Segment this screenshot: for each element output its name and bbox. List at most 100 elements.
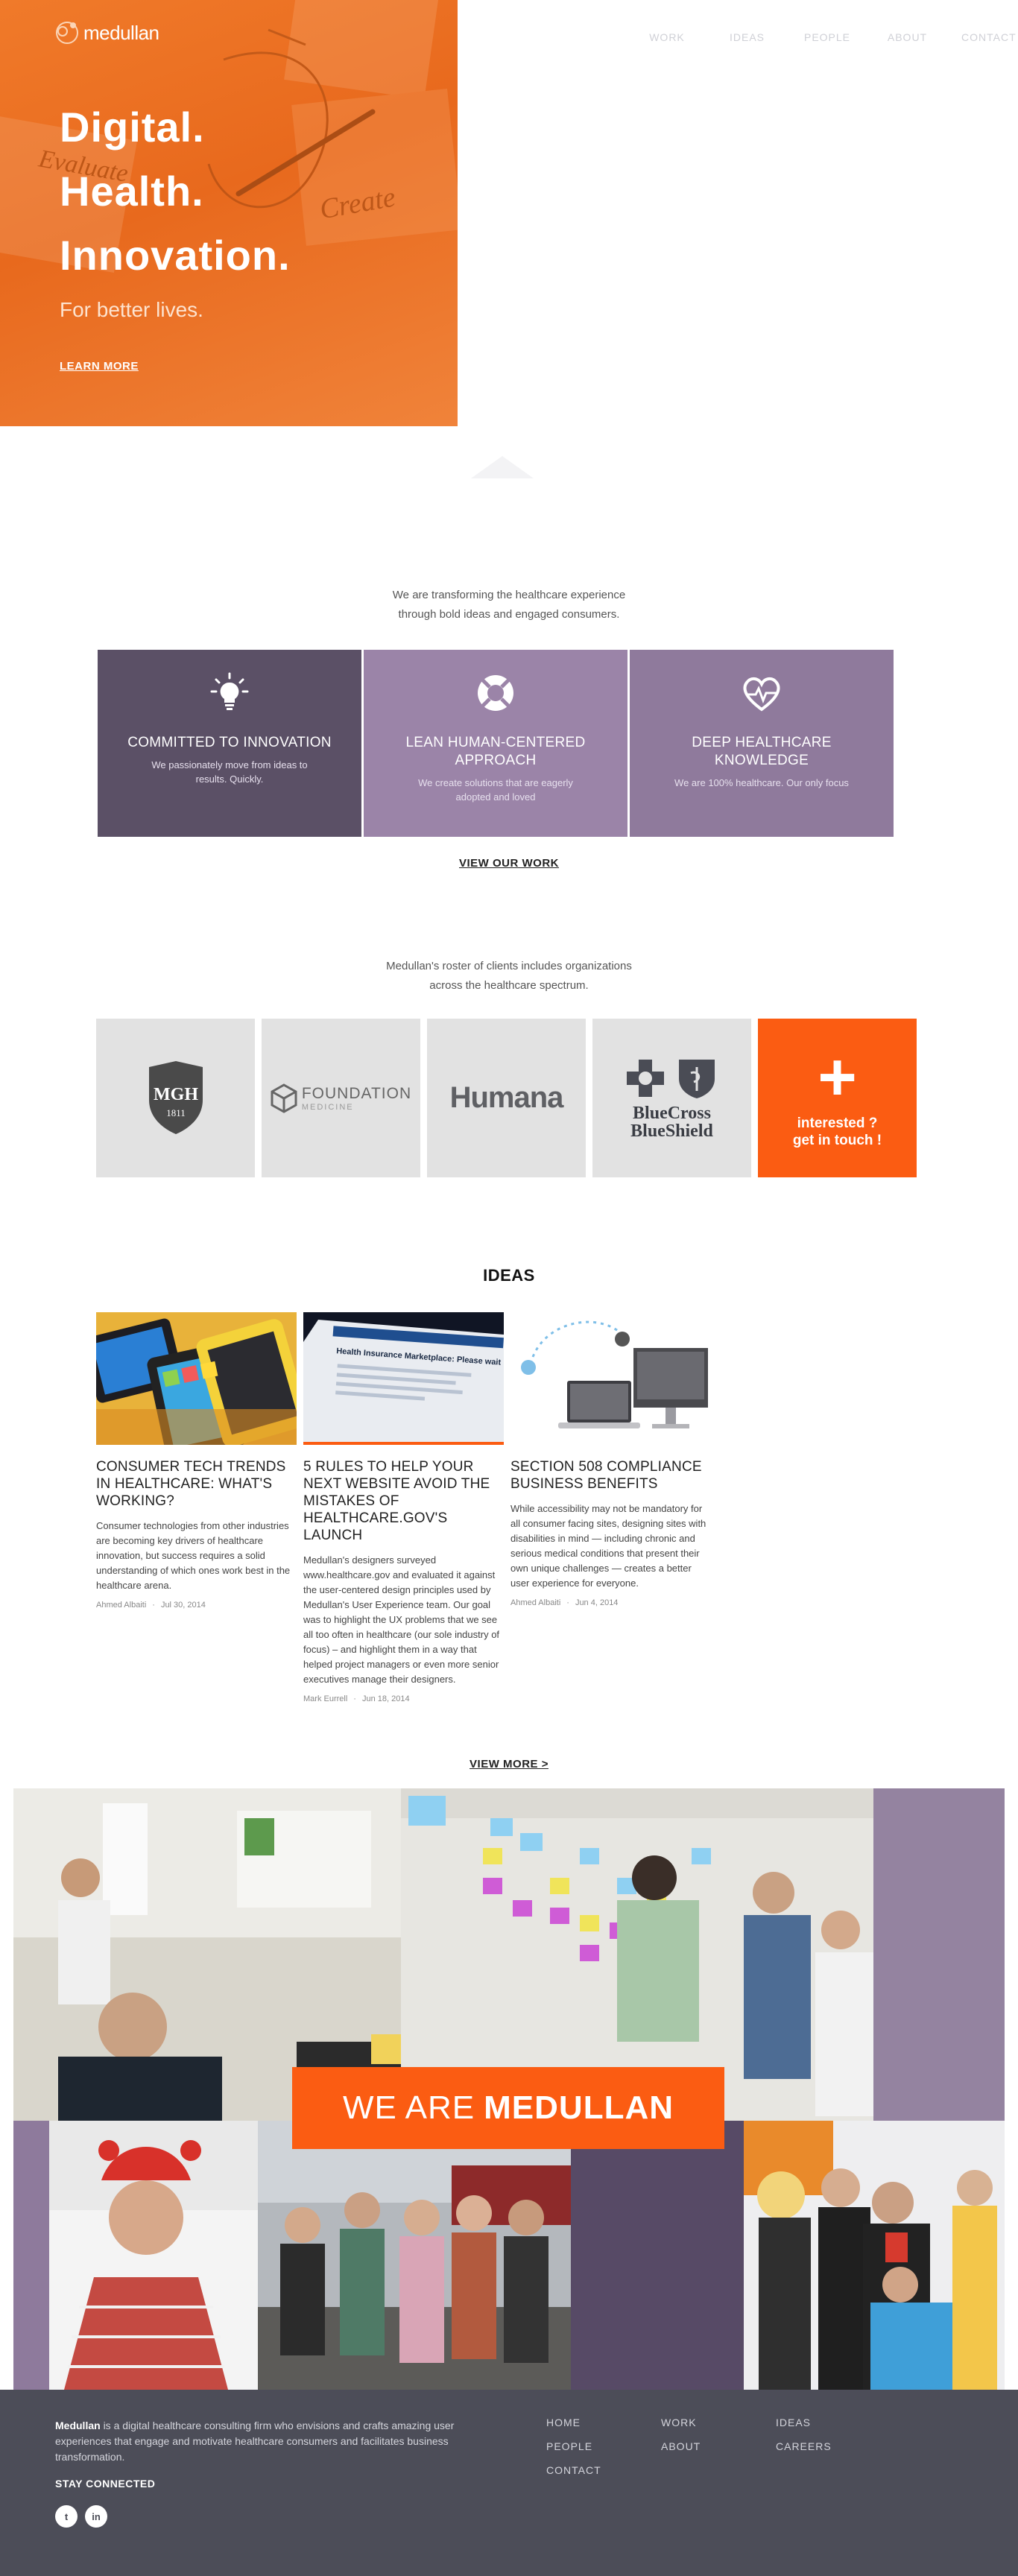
we-are-medullan-banner: WE ARE MEDULLAN	[292, 2067, 724, 2149]
ideas-heading: IDEAS	[483, 1266, 535, 1285]
idea-post[interactable]: Health Insurance Marketplace: Please wai…	[303, 1312, 504, 1703]
linkedin-icon[interactable]: in	[85, 2505, 107, 2528]
hero-subtitle: For better lives.	[60, 298, 203, 321]
cta-line-2: get in touch !	[792, 1132, 882, 1148]
post-title[interactable]: SECTION 508 COMPLIANCE BUSINESS BENEFITS	[510, 1458, 711, 1493]
team-outdoor-photo	[258, 2121, 571, 2390]
post-excerpt: Medullan's designers surveyed www.health…	[303, 1554, 500, 1685]
nav-item-work[interactable]: WORK	[641, 31, 693, 43]
hero-line-health: Health.	[60, 168, 204, 215]
hero-section: Evaluate Create medullan Digital. Health…	[0, 0, 458, 426]
value-pillars: COMMITTED TO INNOVATION We passionately …	[98, 650, 894, 837]
get-in-touch-button[interactable]: + interested ? get in touch !	[758, 1019, 917, 1177]
post-author: Mark Eurrell	[303, 1694, 348, 1703]
intro-text: We are transforming the healthcare exper…	[0, 586, 1018, 624]
plus-icon: +	[818, 1039, 857, 1115]
twitter-icon[interactable]: t	[55, 2505, 78, 2528]
post-title[interactable]: CONSUMER TECH TRENDS IN HEALTHCARE: WHAT…	[96, 1458, 297, 1510]
idea-post[interactable]: SECTION 508 COMPLIANCE BUSINESS BENEFITS…	[510, 1312, 711, 1703]
post-thumbnail-healthcare-gov[interactable]: Health Insurance Marketplace: Please wai…	[303, 1312, 504, 1445]
client-foundation-medicine[interactable]: FOUNDATION MEDICINE	[262, 1019, 420, 1177]
bcbs-cross-shield-icon	[626, 1059, 715, 1098]
view-more-ideas-link[interactable]: VIEW MORE >	[0, 1758, 1018, 1770]
footer-navigation: HOME WORK IDEAS PEOPLE ABOUT CAREERS CON…	[546, 2417, 889, 2476]
bcbs-line-1: BlueCross	[633, 1103, 711, 1123]
scroll-down-indicator[interactable]	[471, 456, 534, 478]
nav-item-about[interactable]: ABOUT	[882, 31, 934, 43]
footer-nav-work[interactable]: WORK	[661, 2417, 776, 2428]
post-meta: Ahmed AlbaitiJun 4, 2014	[510, 1598, 711, 1607]
post-date: Jun 18, 2014	[347, 1694, 409, 1703]
post-excerpt: While accessibility may not be mandatory…	[510, 1503, 706, 1589]
site-footer: Medullan is a digital healthcare consult…	[0, 2390, 1018, 2576]
view-our-work-link[interactable]: VIEW OUR WORK	[0, 857, 1018, 870]
nav-item-ideas[interactable]: IDEAS	[721, 31, 774, 43]
learn-more-link[interactable]: LEARN MORE	[60, 360, 139, 373]
pillar-title: DEEP HEALTHCARE KNOWLEDGE	[692, 735, 832, 768]
post-thumbnail-phones[interactable]	[96, 1312, 297, 1445]
post-meta: Ahmed AlbaitiJul 30, 2014	[96, 1601, 297, 1610]
clients-intro-line-2: across the healthcare spectrum.	[429, 979, 589, 992]
footer-nav-contact[interactable]: CONTACT	[546, 2464, 661, 2476]
banner-text-bold: MEDULLAN	[484, 2089, 674, 2126]
pillar-text: We create solutions that are eagerly ado…	[418, 777, 573, 803]
pillar-title: LEAN HUMAN-CENTERED APPROACH	[405, 735, 586, 768]
post-author: Ahmed Albaiti	[510, 1598, 561, 1607]
intro-line-2: through bold ideas and engaged consumers…	[398, 608, 620, 621]
mgh-year: 1811	[166, 1107, 186, 1118]
bcbs-line-2: BlueShield	[630, 1121, 713, 1141]
footer-nav-about[interactable]: ABOUT	[661, 2440, 776, 2452]
client-mgh[interactable]: MGH 1811	[96, 1019, 255, 1177]
mascot-hat-photo	[49, 2121, 258, 2390]
post-date: Jul 30, 2014	[146, 1601, 206, 1610]
footer-about-text: is a digital healthcare consulting firm …	[55, 2420, 455, 2463]
lifebuoy-icon	[478, 675, 513, 711]
footer-nav-ideas[interactable]: IDEAS	[776, 2417, 891, 2428]
purple-tile	[873, 1788, 1005, 2121]
smartphones-image	[96, 1312, 297, 1445]
idea-post[interactable]: CONSUMER TECH TRENDS IN HEALTHCARE: WHAT…	[96, 1312, 297, 1703]
ideas-list: CONSUMER TECH TRENDS IN HEALTHCARE: WHAT…	[96, 1312, 711, 1703]
nav-item-people[interactable]: PEOPLE	[801, 31, 853, 43]
purple-tile	[13, 2121, 49, 2390]
social-links: t in	[55, 2505, 107, 2528]
nav-item-contact[interactable]: CONTACT	[961, 31, 1016, 43]
footer-nav-people[interactable]: PEOPLE	[546, 2440, 661, 2452]
top-navigation: WORK IDEAS PEOPLE ABOUT CONTACT	[641, 31, 1016, 43]
pillar-knowledge: DEEP HEALTHCARE KNOWLEDGE We are 100% he…	[630, 650, 894, 837]
hero-headline: Digital. Health. Innovation.	[60, 95, 291, 288]
post-excerpt: Consumer technologies from other industr…	[96, 1520, 291, 1591]
healthcare-gov-screenshot-image: Health Insurance Marketplace: Please wai…	[303, 1312, 504, 1445]
hexagon-icon	[271, 1083, 297, 1113]
lightbulb-icon	[210, 672, 249, 710]
cta-line-1: interested ?	[797, 1115, 878, 1131]
intro-line-1: We are transforming the healthcare exper…	[392, 589, 626, 601]
client-bcbs[interactable]: BlueCross BlueShield	[592, 1019, 751, 1177]
post-meta: Mark EurrellJun 18, 2014	[303, 1694, 504, 1703]
client-humana[interactable]: Humana	[427, 1019, 586, 1177]
footer-nav-careers[interactable]: CAREERS	[776, 2440, 891, 2452]
post-title[interactable]: 5 RULES TO HELP YOUR NEXT WEBSITE AVOID …	[303, 1458, 504, 1544]
foundation-sub: MEDICINE	[301, 1102, 354, 1112]
medullan-logo[interactable]: medullan	[52, 15, 159, 51]
post-author: Ahmed Albaiti	[96, 1601, 147, 1610]
pillar-text: We passionately move from ideas to resul…	[151, 759, 308, 785]
foundation-logo: FOUNDATION MEDICINE	[271, 1083, 411, 1113]
clients-intro: Medullan's roster of clients includes or…	[0, 957, 1018, 996]
footer-brand: Medullan	[55, 2420, 101, 2431]
banner-text-light: WE ARE	[342, 2089, 475, 2126]
client-logos: MGH 1811 FOUNDATION MEDICINE Humana Blue…	[96, 1019, 917, 1177]
pillar-text: We are 100% healthcare. Our only focus	[674, 777, 849, 788]
stay-connected-label: STAY CONNECTED	[55, 2478, 156, 2490]
logo-wordmark: medullan	[83, 21, 159, 44]
heart-pulse-icon	[743, 677, 780, 712]
computers-illustration-image	[510, 1312, 711, 1445]
footer-nav-home[interactable]: HOME	[546, 2417, 661, 2428]
post-thumbnail-accessibility[interactable]	[510, 1312, 711, 1445]
footer-about: Medullan is a digital healthcare consult…	[55, 2418, 487, 2465]
pillar-innovation: COMMITTED TO INNOVATION We passionately …	[98, 650, 361, 837]
dark-purple-tile	[571, 2121, 744, 2390]
team-party-photo	[744, 2121, 1005, 2390]
hero-line-digital: Digital.	[60, 104, 205, 151]
mgh-shield-logo: MGH 1811	[148, 1060, 203, 1134]
